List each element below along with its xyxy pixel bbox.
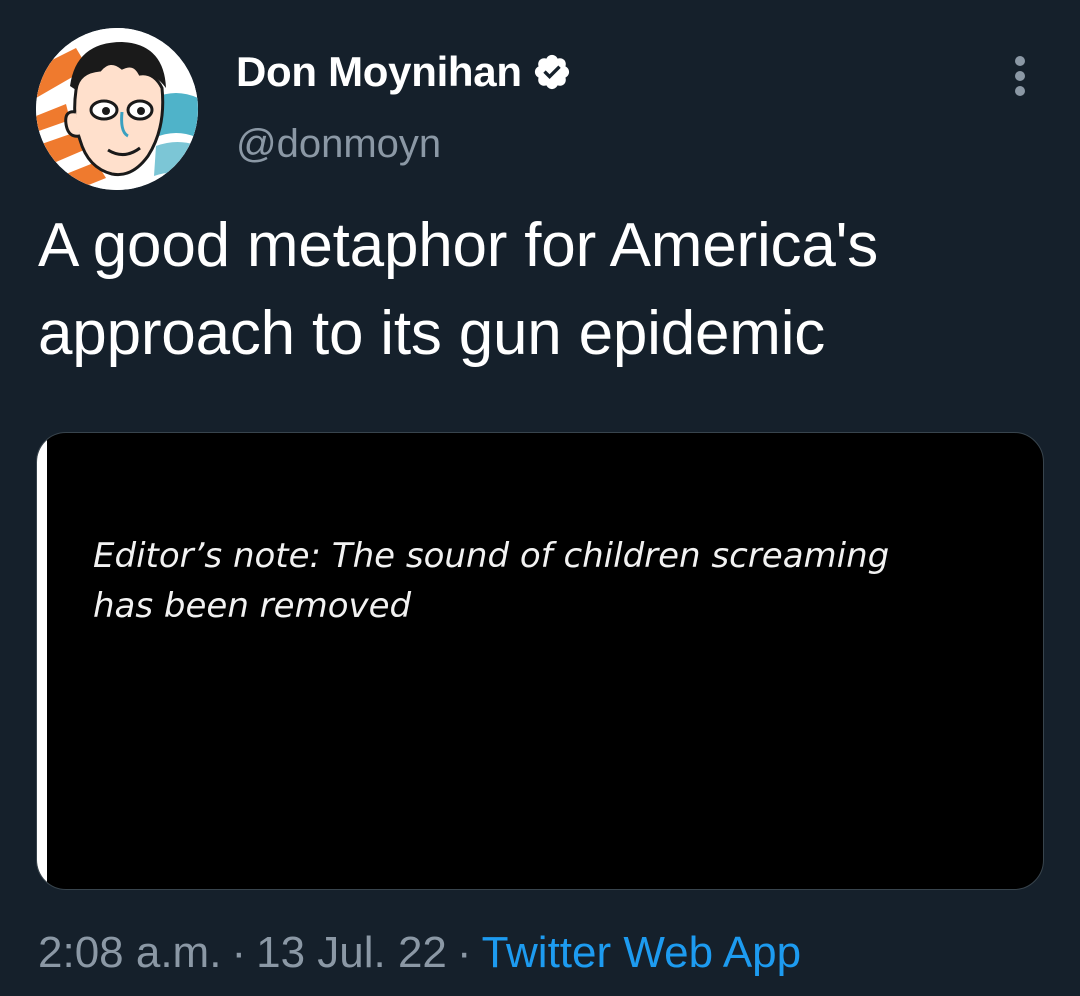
tweet-source-link[interactable]: Twitter Web App [482, 928, 802, 977]
more-dots-vertical-icon [1015, 56, 1025, 96]
tweet-media-image[interactable]: Editor’s note: The sound of children scr… [36, 432, 1044, 890]
meta-separator: · [456, 928, 472, 977]
author-name-row[interactable]: Don Moynihan [236, 48, 572, 96]
media-caption-line: Editor’s note: The sound of children scr… [93, 536, 890, 576]
more-options-button[interactable] [1000, 52, 1040, 100]
author-handle[interactable]: @donmoyn [236, 122, 441, 167]
author-avatar[interactable] [36, 28, 198, 190]
author-display-name[interactable]: Don Moynihan [236, 48, 522, 96]
tweet-metadata: 2:08 a.m. · 13 Jul. 22 · Twitter Web App [38, 928, 801, 978]
tweet-card: Don Moynihan @donmoyn A good metaphor fo… [0, 0, 1080, 996]
tweet-time[interactable]: 2:08 a.m. [38, 928, 221, 977]
media-caption-line: has been removed [93, 586, 412, 626]
verified-badge-icon [532, 52, 572, 92]
media-caption: Editor’s note: The sound of children scr… [93, 531, 1033, 631]
media-edge [37, 433, 47, 889]
meta-separator: · [231, 928, 247, 977]
tweet-date[interactable]: 13 Jul. 22 [256, 928, 447, 977]
tweet-text: A good metaphor for America's approach t… [38, 202, 1048, 378]
cartoon-face-avatar-icon [36, 28, 198, 190]
tweet-text-line: approach to its gun epidemic [38, 299, 826, 368]
tweet-text-line: A good metaphor for America's [38, 211, 879, 280]
